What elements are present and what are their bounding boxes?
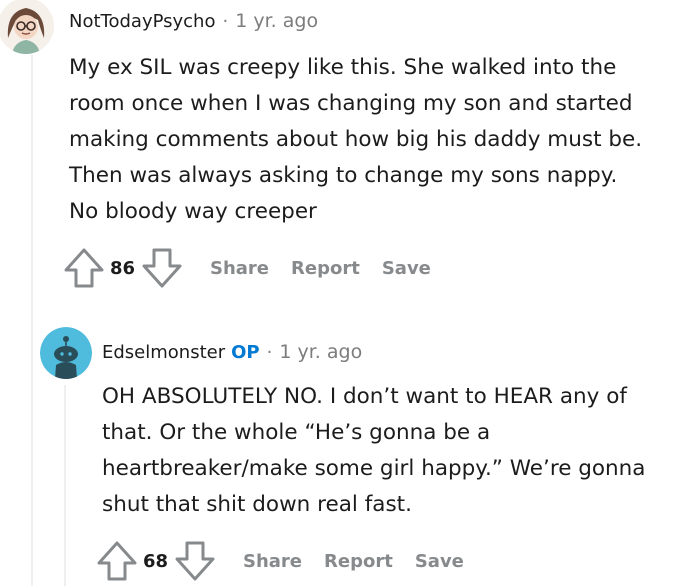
report-button[interactable]: Report [291,258,360,279]
comment-header: NotTodayPsycho · 1 yr. ago [69,10,318,32]
meta-separator: · [266,342,273,363]
comment-actions: 68 Share Report Save [95,539,464,583]
comment-line: OH ABSOLUTELY NO. I don’t want to HEAR a… [102,384,627,409]
girl-with-glasses-avatar-icon [0,0,54,54]
share-button[interactable]: Share [210,258,269,279]
downvote-arrow-icon[interactable] [140,246,184,290]
comment-line: room once when I was changing my son and… [69,91,633,116]
user-avatar[interactable] [40,327,92,379]
comment-line: that. Or the whole “He’s gonna be a [102,420,491,445]
comment-body: OH ABSOLUTELY NO. I don’t want to HEAR a… [102,379,645,523]
report-button[interactable]: Report [324,551,393,572]
meta-separator: · [222,11,229,32]
username[interactable]: Edselmonster [102,342,225,363]
user-avatar[interactable] [0,0,54,54]
thread-line-root[interactable] [31,55,33,586]
comment-line: heartbreaker/make some girl happy.” We’r… [102,456,646,481]
timestamp[interactable]: 1 yr. ago [235,10,318,32]
comment-line: No bloody way creeper [69,199,317,224]
upvote-arrow-icon[interactable] [62,246,106,290]
vote-score: 86 [110,257,136,279]
downvote-arrow-icon[interactable] [173,539,217,583]
comment-line: Then was always asking to change my sons… [69,163,618,188]
username[interactable]: NotTodayPsycho [69,11,215,32]
share-button[interactable]: Share [243,551,302,572]
vote-score: 68 [143,550,169,572]
save-button[interactable]: Save [415,551,464,572]
timestamp[interactable]: 1 yr. ago [279,341,362,363]
comment-line: My ex SIL was creepy like this. She walk… [69,55,617,80]
comment-body: My ex SIL was creepy like this. She walk… [69,50,642,230]
op-badge: OP [231,342,260,363]
save-button[interactable]: Save [382,258,431,279]
upvote-arrow-icon[interactable] [95,539,139,583]
comment-actions: 86 Share Report Save [62,246,431,290]
thread-line-reply[interactable] [64,385,66,586]
comment-line: making comments about how big his daddy … [69,127,643,152]
snoo-avatar-icon [40,327,92,379]
comment-header: Edselmonster OP · 1 yr. ago [102,341,362,363]
comment-line: shut that shit down real fast. [102,492,412,517]
